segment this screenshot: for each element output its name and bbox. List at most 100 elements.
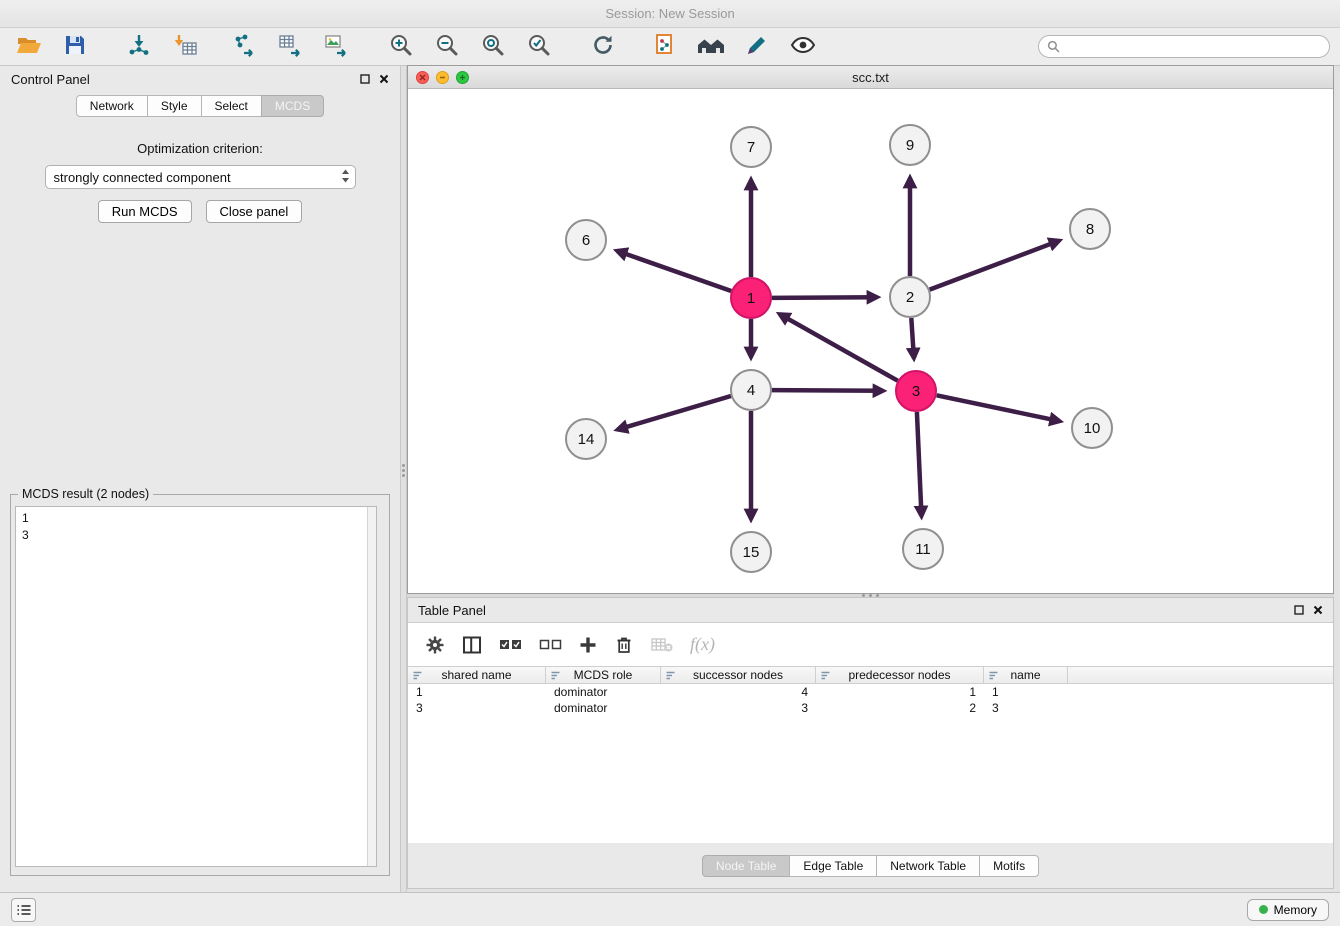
close-window-icon[interactable] [416,71,429,84]
select-all-columns-button[interactable] [499,638,522,652]
optimization-select[interactable]: strongly connected component [45,165,356,189]
maximize-window-icon[interactable] [456,71,469,84]
window-title: Session: New Session [605,6,734,21]
table-row[interactable]: 1dominator411 [408,684,1333,700]
zoom-fit-button[interactable] [474,32,512,62]
zoom-selected-button[interactable] [520,32,558,62]
run-mcds-button[interactable]: Run MCDS [98,200,192,223]
tab-motifs[interactable]: Motifs [979,855,1039,877]
edge-4-3[interactable] [772,390,883,391]
table-settings-button[interactable] [425,635,445,655]
show-hide-panel-button[interactable] [784,32,822,62]
mcds-result-title: MCDS result (2 nodes) [18,487,153,501]
column-header-shared-name[interactable]: shared name [408,667,546,683]
memory-button[interactable]: Memory [1247,899,1329,921]
minimize-window-icon[interactable] [436,71,449,84]
control-panel-title: Control Panel [11,72,90,87]
refresh-layout-button[interactable] [584,32,622,62]
node-label: 14 [578,431,595,448]
result-scrollbar[interactable] [367,507,376,866]
control-panel: Control Panel NetworkStyleSelectMCDS Opt… [0,66,400,892]
network-window-titlebar[interactable]: scc.txt [408,66,1333,89]
delete-column-button[interactable] [614,635,634,655]
node-2[interactable]: 2 [890,277,930,317]
search-input[interactable] [1065,36,1329,57]
zoom-out-button[interactable] [428,32,466,62]
node-10[interactable]: 10 [1072,408,1112,448]
tab-network[interactable]: Network [76,95,148,117]
column-header-predecessor-nodes[interactable]: predecessor nodes [816,667,984,683]
main-toolbar-icons [0,32,822,62]
first-neighbors-button[interactable] [692,32,730,62]
clone-network-button[interactable] [646,32,684,62]
zoom-out-icon [435,33,459,60]
node-7[interactable]: 7 [731,127,771,167]
export-image-button[interactable] [318,32,356,62]
export-network-icon [232,33,258,60]
edge-3-10[interactable] [937,395,1060,421]
refresh-layout-icon [591,33,615,60]
zoom-in-button[interactable] [382,32,420,62]
column-header-successor-nodes[interactable]: successor nodes [661,667,816,683]
edge-2-3[interactable] [911,318,914,358]
tab-mcds[interactable]: MCDS [261,95,324,117]
node-table: f(x) shared nameMCDS rolesuccessor nodes… [408,622,1333,845]
create-column-button[interactable] [579,636,597,654]
table-panel: Table Panel [407,597,1334,889]
import-table-button[interactable] [166,32,204,62]
save-session-button[interactable] [56,32,94,62]
column-header-name[interactable]: name [984,667,1068,683]
edge-3-11[interactable] [917,412,922,516]
clone-network-icon [653,33,677,60]
node-table-body: 1dominator4113dominator323 [408,684,1333,716]
edge-2-8[interactable] [930,241,1060,290]
export-table-button[interactable] [272,32,310,62]
task-list-icon [16,903,32,917]
edge-3-1[interactable] [780,314,898,381]
node-8[interactable]: 8 [1070,209,1110,249]
close-table-panel-icon[interactable] [1313,605,1323,615]
node-table-header-row: shared nameMCDS rolesuccessor nodesprede… [408,666,1333,684]
mcds-result-text[interactable]: 1 3 [15,506,377,867]
node-15[interactable]: 15 [731,532,771,572]
column-header-MCDS-role[interactable]: MCDS role [546,667,661,683]
edge-1-2[interactable] [772,297,877,298]
import-network-button[interactable] [120,32,158,62]
node-1[interactable]: 1 [731,278,771,318]
float-panel-icon[interactable] [360,74,370,84]
unselect-all-columns-button[interactable] [539,638,562,652]
task-history-button[interactable] [11,898,36,922]
node-9[interactable]: 9 [890,125,930,165]
node-3[interactable]: 3 [896,371,936,411]
apply-style-button[interactable] [738,32,776,62]
main-toolbar [0,28,1340,66]
control-panel-header: Control Panel [0,66,400,92]
tab-node-table[interactable]: Node Table [702,855,791,877]
show-column-panel-button[interactable] [462,635,482,655]
node-label: 11 [915,541,931,558]
zoom-in-icon [389,33,413,60]
node-14[interactable]: 14 [566,419,606,459]
close-panel-icon[interactable] [379,74,389,84]
network-canvas[interactable]: 7 9 6 8 1 2 4 3 14 10 15 11 [408,89,1333,593]
close-panel-button[interactable]: Close panel [206,200,303,223]
export-network-button[interactable] [226,32,264,62]
tab-style[interactable]: Style [147,95,202,117]
tab-select[interactable]: Select [201,95,262,117]
tab-network-table[interactable]: Network Table [876,855,980,877]
node-6[interactable]: 6 [566,220,606,260]
edge-1-6[interactable] [617,251,731,291]
table-panel-header: Table Panel [408,598,1333,622]
search-icon [1047,40,1060,53]
open-session-icon [16,33,42,60]
open-session-button[interactable] [10,32,48,62]
node-11[interactable]: 11 [903,529,943,569]
mcds-result-group: MCDS result (2 nodes) 1 3 [10,494,390,876]
edge-4-14[interactable] [618,396,731,430]
tab-edge-table[interactable]: Edge Table [789,855,877,877]
vertical-splitter[interactable] [400,66,407,892]
float-table-panel-icon[interactable] [1294,605,1304,615]
gear-icon [425,635,445,655]
node-4[interactable]: 4 [731,370,771,410]
table-row[interactable]: 3dominator323 [408,700,1333,716]
